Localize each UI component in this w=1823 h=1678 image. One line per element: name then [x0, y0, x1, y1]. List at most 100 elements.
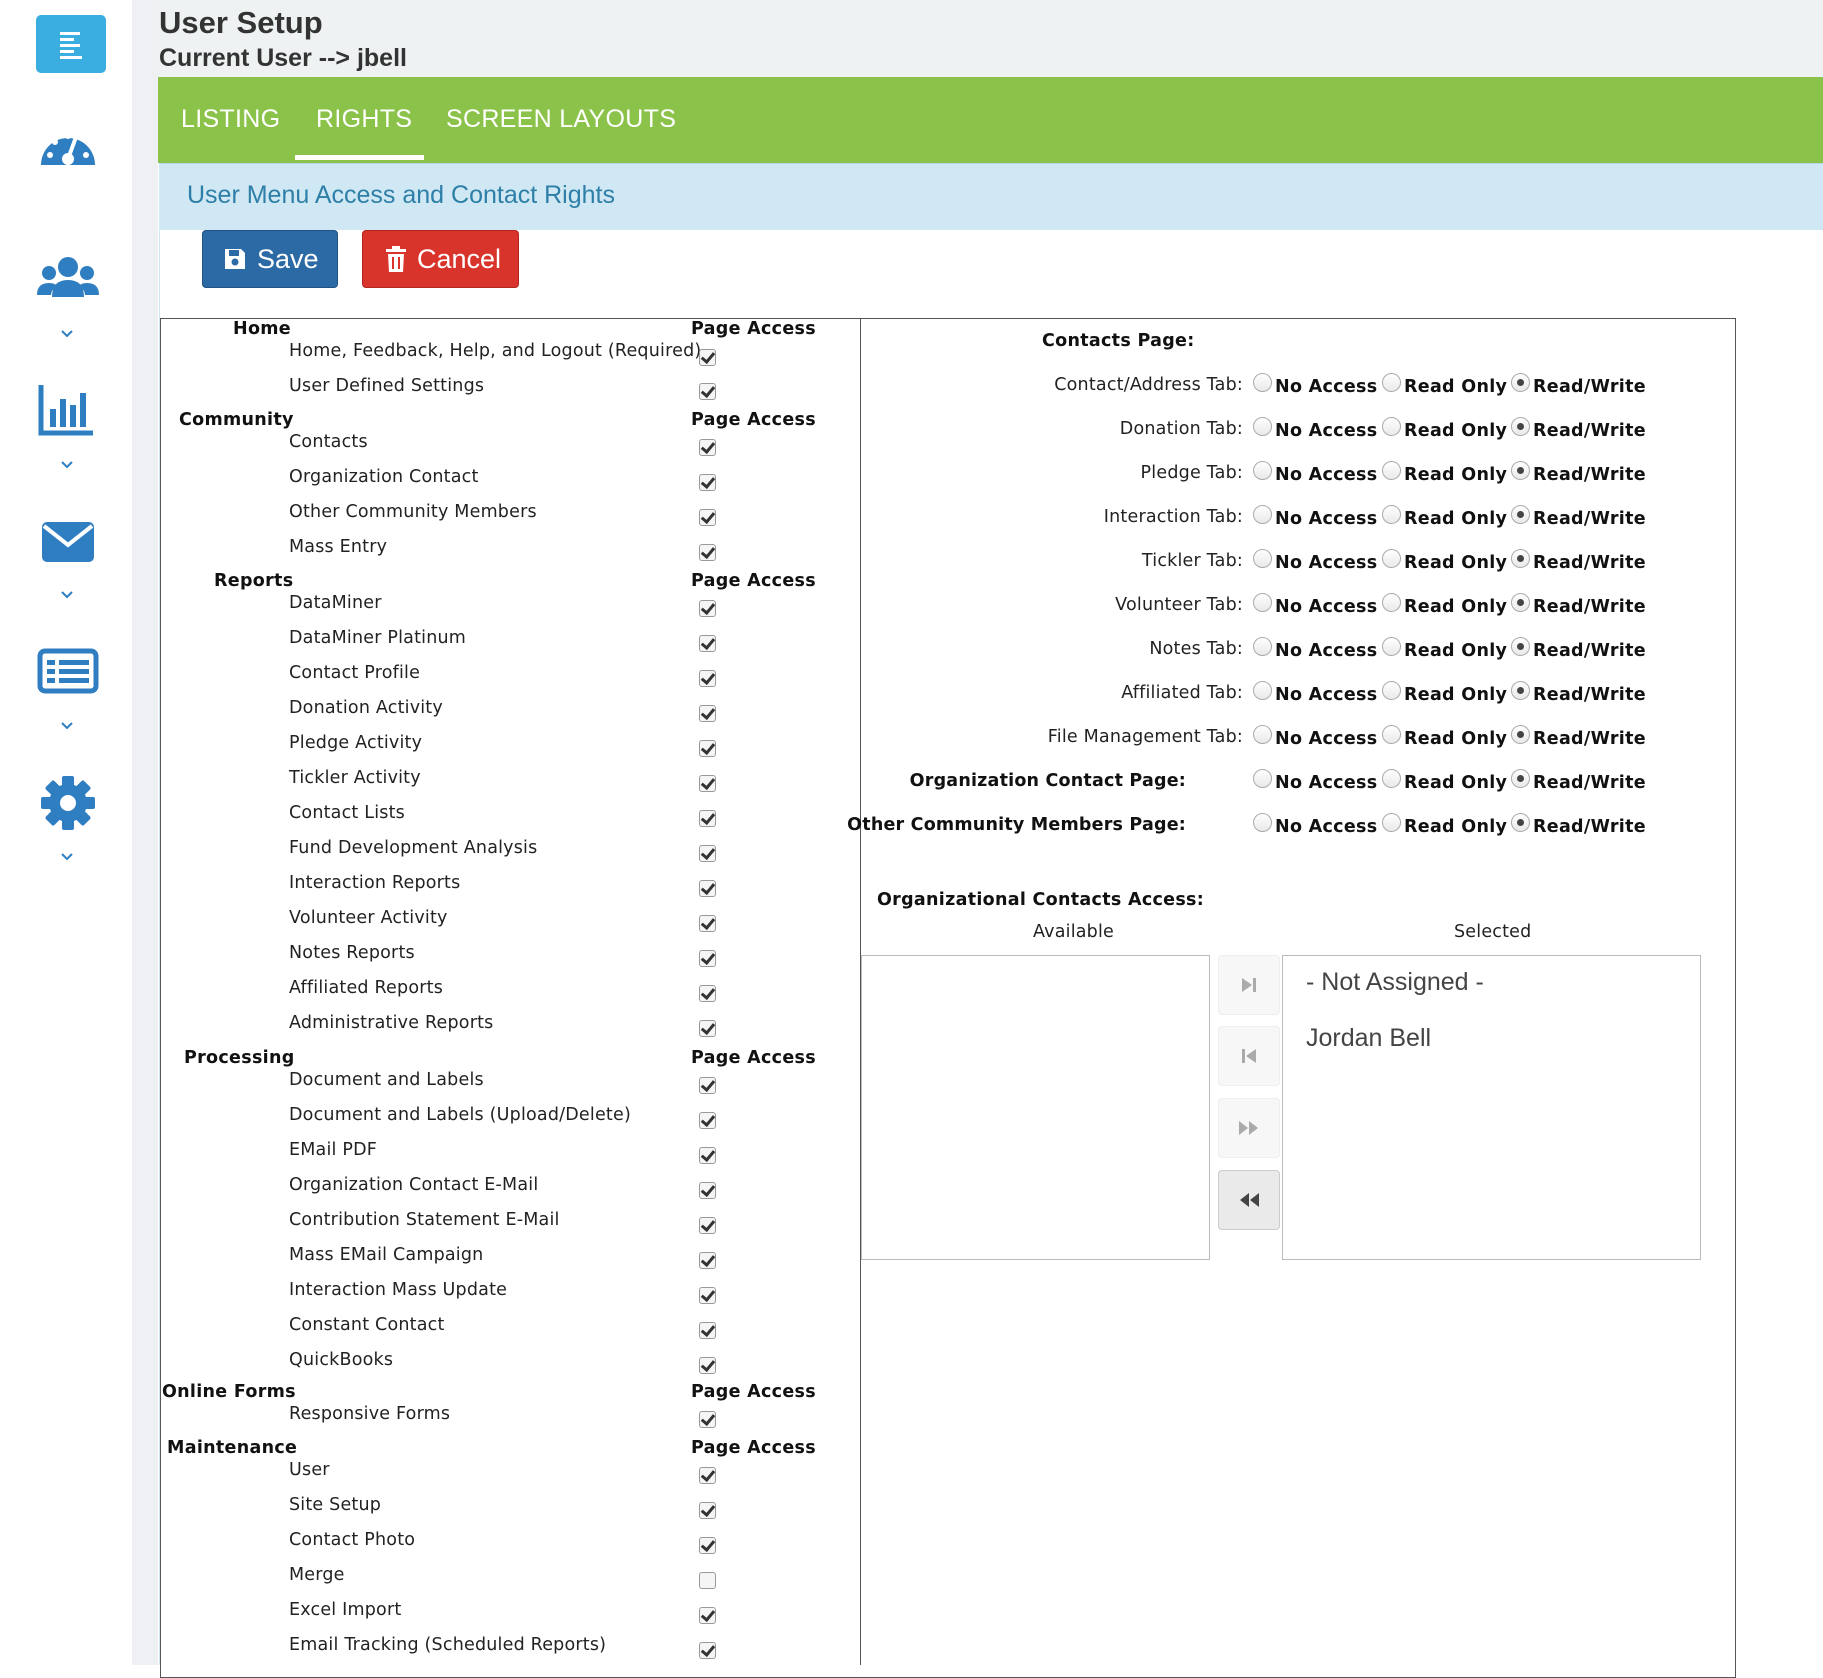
radio-read-write[interactable] [1511, 813, 1530, 832]
selected-list-item[interactable]: - Not Assigned - [1306, 968, 1484, 997]
menu-item-checkbox[interactable] [699, 1147, 716, 1164]
menu-item-checkbox[interactable] [699, 740, 716, 757]
menu-item-checkbox[interactable] [699, 1077, 716, 1094]
radio-read-write[interactable] [1511, 593, 1530, 612]
radio-no-access[interactable] [1253, 373, 1272, 392]
menu-item-checkbox[interactable] [699, 1112, 716, 1129]
move-all-left-button[interactable] [1218, 1170, 1280, 1230]
radio-read-only[interactable] [1382, 769, 1401, 788]
move-all-right-button[interactable] [1218, 1098, 1280, 1158]
menu-item-checkbox[interactable] [699, 845, 716, 862]
radio-read-only[interactable] [1382, 813, 1401, 832]
radio-read-only[interactable] [1382, 549, 1401, 568]
users-icon[interactable] [33, 245, 103, 315]
radio-no-access[interactable] [1253, 769, 1272, 788]
radio-read-write[interactable] [1511, 549, 1530, 568]
radio-read-write[interactable] [1511, 373, 1530, 392]
radio-read-write[interactable] [1511, 681, 1530, 700]
radio-read-only[interactable] [1382, 461, 1401, 480]
chevron-down-icon[interactable] [57, 588, 77, 602]
radio-read-only[interactable] [1382, 373, 1401, 392]
menu-item-checkbox[interactable] [699, 810, 716, 827]
radio-read-write[interactable] [1511, 769, 1530, 788]
tab-listing[interactable]: LISTING [181, 105, 280, 134]
radio-read-write[interactable] [1511, 505, 1530, 524]
radio-read-only[interactable] [1382, 593, 1401, 612]
menu-item-checkbox[interactable] [699, 1182, 716, 1199]
radio-read-only[interactable] [1382, 681, 1401, 700]
radio-no-access[interactable] [1253, 461, 1272, 480]
radio-read-write[interactable] [1511, 637, 1530, 656]
chevron-down-icon[interactable] [57, 719, 77, 733]
menu-item-checkbox[interactable] [699, 950, 716, 967]
menu-item-checkbox[interactable] [699, 1537, 716, 1554]
tab-screen-layouts[interactable]: SCREEN LAYOUTS [446, 105, 676, 134]
menu-item-checkbox[interactable] [699, 1252, 716, 1269]
radio-read-only[interactable] [1382, 637, 1401, 656]
menu-item-checkbox[interactable] [699, 1322, 716, 1339]
radio-no-access[interactable] [1253, 549, 1272, 568]
menu-item-checkbox[interactable] [699, 349, 716, 366]
email-icon[interactable] [33, 506, 103, 576]
radio-read-only[interactable] [1382, 725, 1401, 744]
menu-item-checkbox[interactable] [699, 705, 716, 722]
menu-item-checkbox[interactable] [699, 1357, 716, 1374]
radio-read-write[interactable] [1511, 461, 1530, 480]
menu-item-checkbox[interactable] [699, 1411, 716, 1428]
menu-item-checkbox[interactable] [699, 544, 716, 561]
radio-read-only[interactable] [1382, 417, 1401, 436]
radio-no-access[interactable] [1253, 725, 1272, 744]
menu-item-checkbox[interactable] [699, 1642, 716, 1659]
cancel-button[interactable]: Cancel [362, 230, 519, 288]
rights-row-label: Pledge Tab: [1140, 463, 1243, 483]
menu-item-checkbox[interactable] [699, 1467, 716, 1484]
radio-option-label: Read Only [1404, 773, 1508, 793]
menu-item-checkbox[interactable] [699, 439, 716, 456]
menu-item-label: Volunteer Activity [289, 908, 448, 928]
menu-item-checkbox[interactable] [699, 1502, 716, 1519]
radio-read-only[interactable] [1382, 505, 1401, 524]
menu-item-checkbox[interactable] [699, 1607, 716, 1624]
menu-item-checkbox[interactable] [699, 915, 716, 932]
menu-item-checkbox[interactable] [699, 635, 716, 652]
sidebar-gutter [132, 0, 158, 1665]
menu-item-checkbox[interactable] [699, 670, 716, 687]
radio-no-access[interactable] [1253, 637, 1272, 656]
radio-no-access[interactable] [1253, 681, 1272, 700]
move-selected-right-button[interactable] [1218, 955, 1280, 1015]
radio-no-access[interactable] [1253, 813, 1272, 832]
radio-read-write[interactable] [1511, 417, 1530, 436]
menu-item-checkbox[interactable] [699, 509, 716, 526]
menu-toggle-button[interactable] [36, 15, 106, 73]
menu-item-checkbox[interactable] [699, 383, 716, 400]
list-icon[interactable] [33, 636, 103, 706]
menu-item-checkbox[interactable] [699, 1572, 716, 1589]
radio-no-access[interactable] [1253, 505, 1272, 524]
radio-no-access[interactable] [1253, 417, 1272, 436]
radio-read-write[interactable] [1511, 725, 1530, 744]
chevron-down-icon[interactable] [57, 327, 77, 341]
menu-item-checkbox[interactable] [699, 1287, 716, 1304]
menu-item-label: Email Tracking (Scheduled Reports) [289, 1635, 607, 1655]
selected-list[interactable] [1282, 955, 1701, 1260]
tab-rights[interactable]: RIGHTS [316, 105, 412, 134]
radio-option-label: Read Only [1404, 597, 1508, 617]
menu-item-checkbox[interactable] [699, 1020, 716, 1037]
dashboard-icon[interactable] [33, 115, 103, 185]
selected-list-item[interactable]: Jordan Bell [1306, 1024, 1431, 1053]
reports-icon[interactable] [33, 375, 103, 445]
menu-item-label: Contact Lists [289, 803, 405, 823]
available-list[interactable] [861, 955, 1210, 1260]
radio-no-access[interactable] [1253, 593, 1272, 612]
menu-item-checkbox[interactable] [699, 775, 716, 792]
menu-item-checkbox[interactable] [699, 600, 716, 617]
chevron-down-icon[interactable] [57, 458, 77, 472]
chevron-down-icon[interactable] [57, 850, 77, 864]
save-button[interactable]: Save [202, 230, 338, 288]
settings-icon[interactable] [33, 768, 103, 838]
menu-item-checkbox[interactable] [699, 985, 716, 1002]
menu-item-checkbox[interactable] [699, 880, 716, 897]
move-selected-left-button[interactable] [1218, 1026, 1280, 1086]
menu-item-checkbox[interactable] [699, 1217, 716, 1234]
menu-item-checkbox[interactable] [699, 474, 716, 491]
